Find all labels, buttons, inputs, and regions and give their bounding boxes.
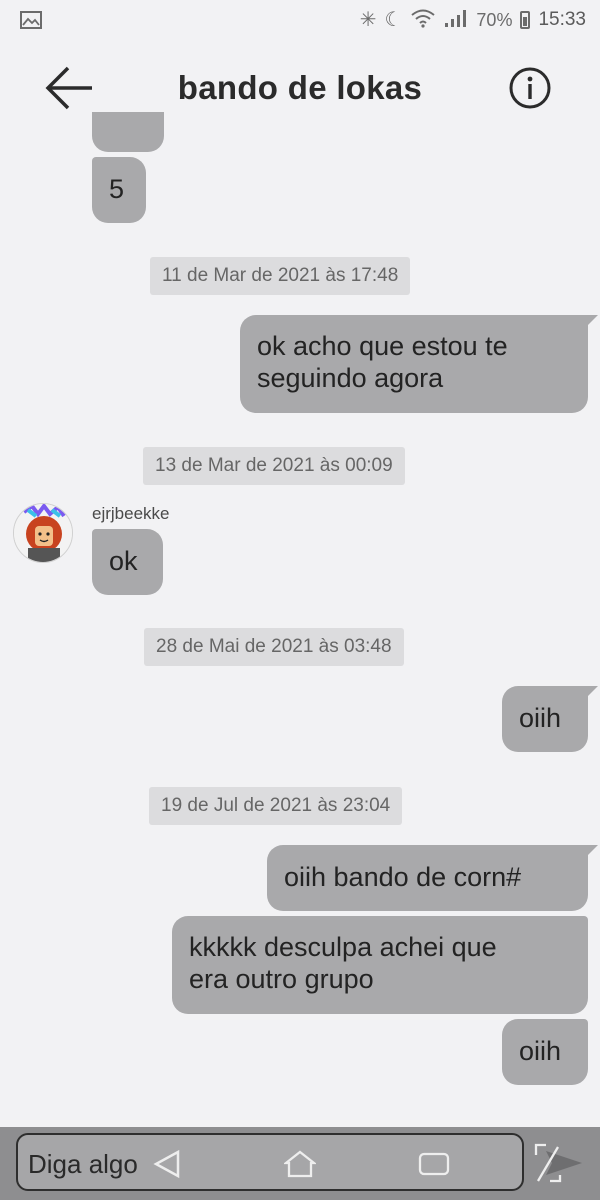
message-text-line: ok acho que estou te xyxy=(257,331,508,361)
message-bubble[interactable]: 5 xyxy=(92,157,146,223)
message-bubble-outgoing[interactable]: ok acho que estou te seguindo agora xyxy=(240,315,598,413)
nav-home-icon[interactable] xyxy=(282,1149,318,1184)
signal-icon xyxy=(444,8,468,33)
message-text: oiih bando de corn# xyxy=(284,862,522,892)
send-icon[interactable] xyxy=(532,1141,584,1185)
message-bubble-outgoing[interactable]: oiih bando de corn# xyxy=(267,845,598,911)
date-separator: 13 de Mar de 2021 às 00:09 xyxy=(143,447,405,485)
status-icons: ✳ ☾ 70% 15:33 xyxy=(360,8,586,33)
message-text-line: kkkkk desculpa achei que xyxy=(189,932,497,962)
gallery-notification-icon xyxy=(20,11,42,29)
date-separator: 19 de Jul de 2021 às 23:04 xyxy=(149,787,403,825)
message-text: ok xyxy=(109,546,138,576)
nav-recents-icon[interactable] xyxy=(418,1151,450,1182)
date-separator: 11 de Mar de 2021 às 17:48 xyxy=(150,257,411,295)
alarm-moon-icon: ☾ xyxy=(384,9,403,31)
date-separator: 28 de Mai de 2021 às 03:48 xyxy=(144,628,404,666)
battery-percent: 70% xyxy=(476,9,513,30)
clock: 15:33 xyxy=(538,9,586,30)
message-text: oiih xyxy=(519,1036,562,1066)
message-text-line: era outro grupo xyxy=(189,964,374,994)
message-text: oiih xyxy=(519,703,562,733)
battery-icon xyxy=(520,11,531,29)
message-bubble-outgoing[interactable]: oiih xyxy=(502,1019,588,1085)
status-bar: ✳ ☾ 70% 15:33 xyxy=(0,0,600,40)
message-text-line: seguindo agora xyxy=(257,363,444,393)
message-text: 5 xyxy=(109,174,125,204)
avatar[interactable] xyxy=(13,503,73,563)
sender-username: ejrjbeekke xyxy=(92,504,170,523)
message-bubble-outgoing[interactable]: kkkkk desculpa achei que era outro grupo xyxy=(172,916,588,1014)
info-icon[interactable] xyxy=(508,66,552,110)
back-arrow-icon[interactable] xyxy=(44,62,96,114)
message-bubble-partial xyxy=(92,112,164,152)
chat-title: bando de lokas xyxy=(177,68,423,106)
nav-back-icon[interactable] xyxy=(152,1149,182,1184)
message-bubble-outgoing[interactable]: oiih xyxy=(502,686,598,752)
message-bubble-incoming[interactable]: ok xyxy=(92,529,163,595)
composer-bar: Diga algo xyxy=(0,1127,600,1200)
chat-header: bando de lokas xyxy=(0,40,600,135)
bluetooth-icon: ✳ xyxy=(359,9,377,31)
wifi-icon xyxy=(410,8,436,33)
